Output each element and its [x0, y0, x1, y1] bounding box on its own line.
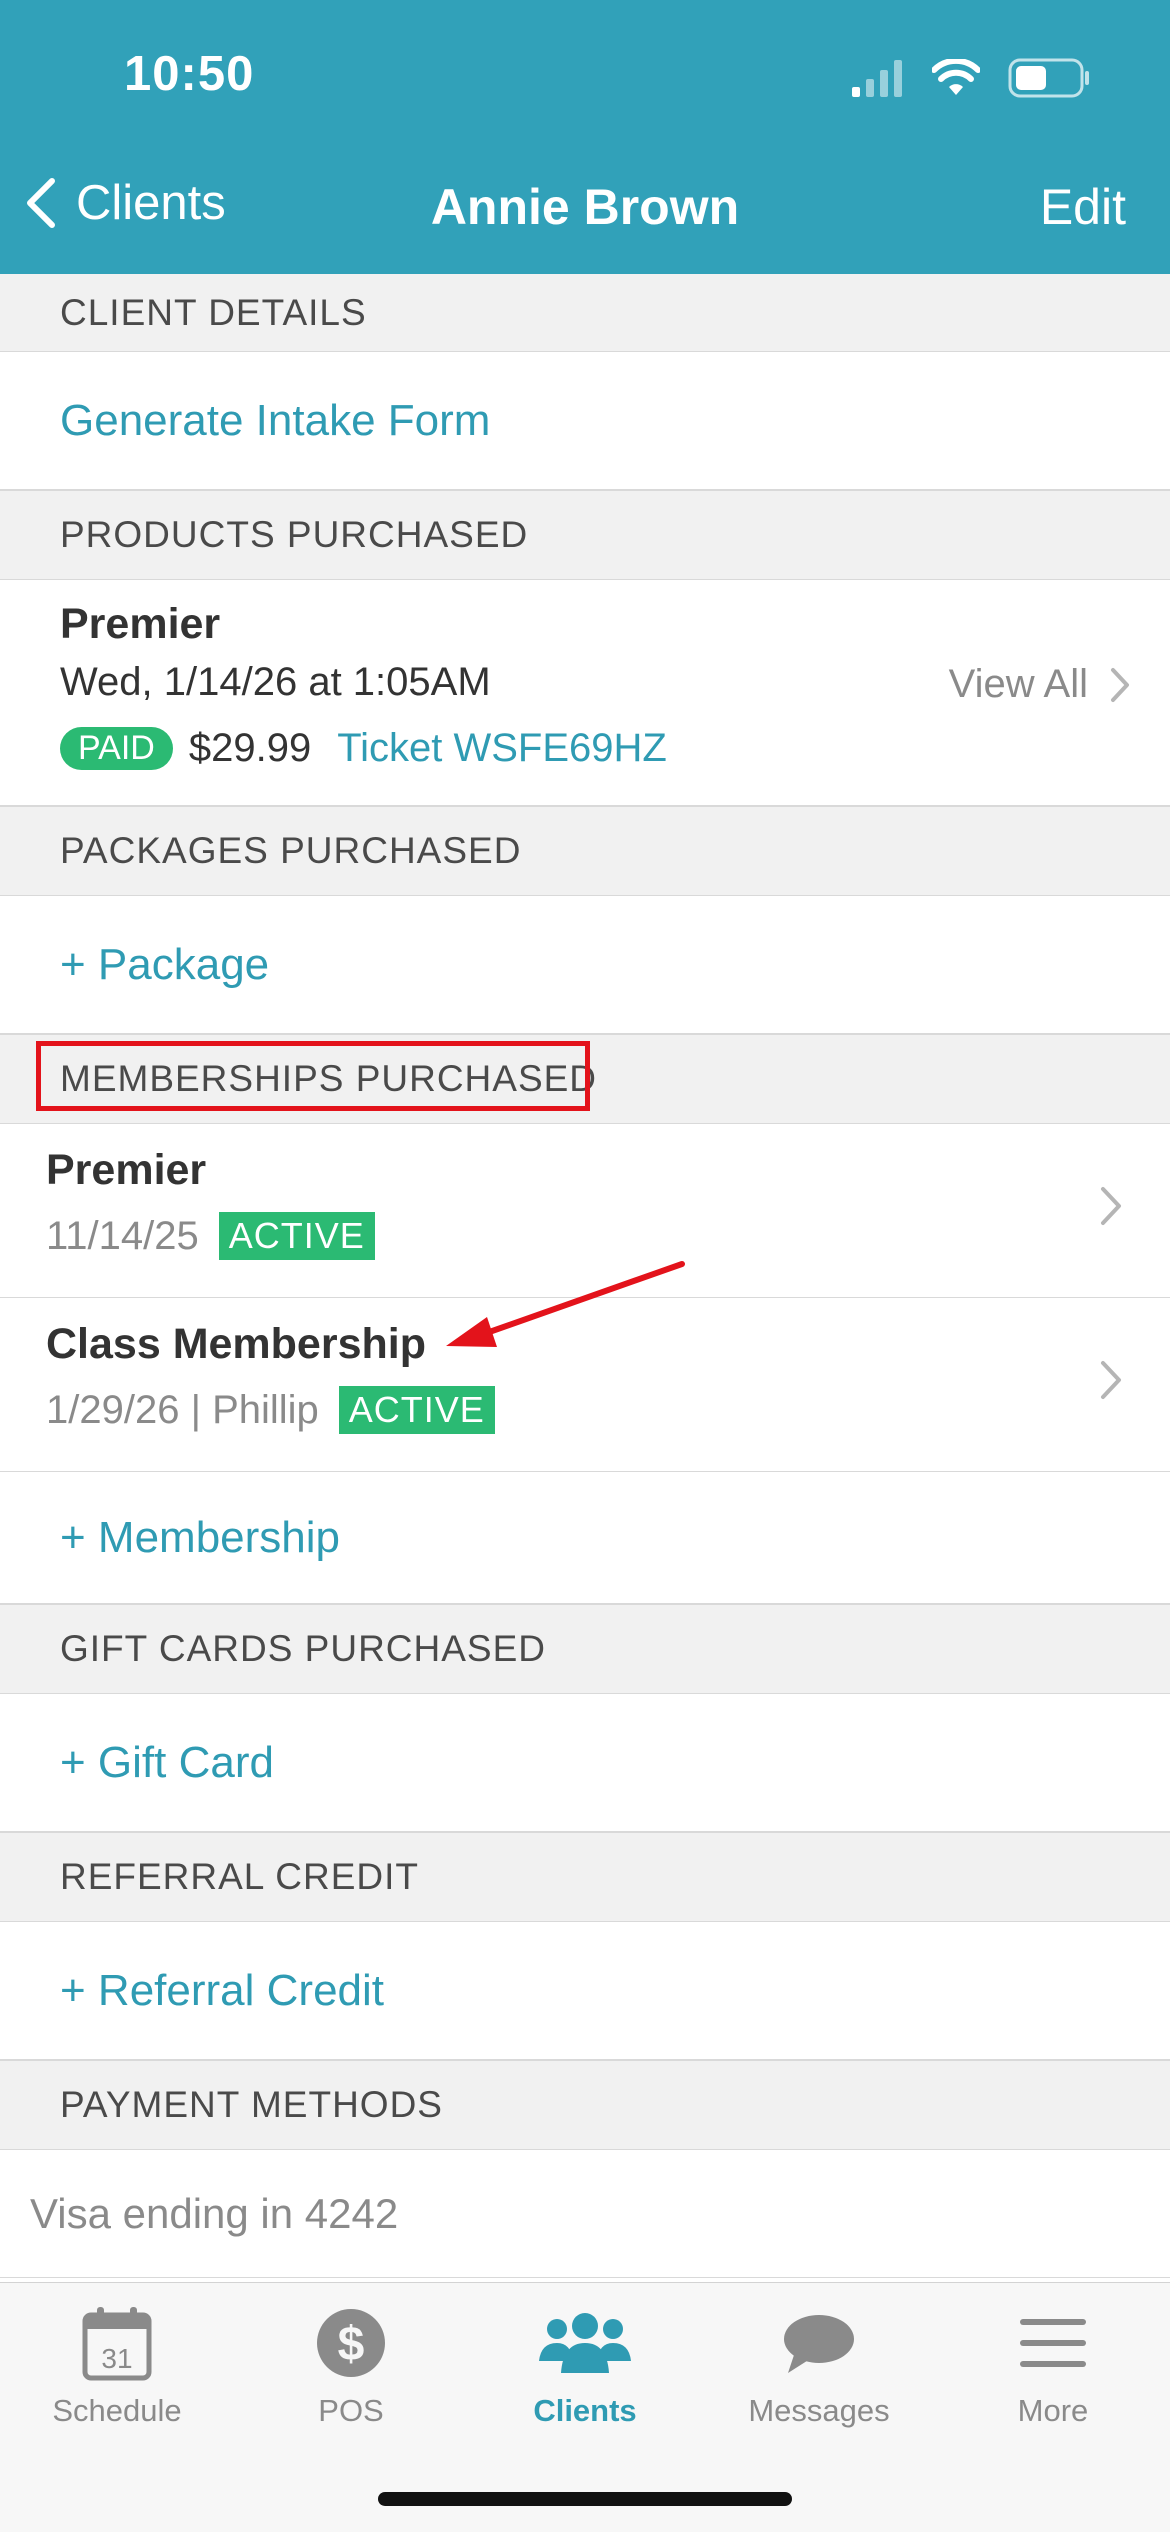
home-indicator[interactable] — [378, 2492, 792, 2506]
people-icon — [468, 2303, 702, 2383]
section-header-referral-credit: REFERRAL CREDIT — [0, 1832, 1170, 1922]
add-membership-button[interactable]: + Membership — [0, 1472, 1170, 1604]
tab-label: More — [1017, 2393, 1089, 2428]
edit-button[interactable]: Edit — [1040, 178, 1126, 236]
add-gift-card-label: + Gift Card — [60, 1737, 274, 1787]
calendar-icon: 31 — [0, 2303, 234, 2383]
membership-date-staff: 1/29/26 | Phillip — [46, 1387, 319, 1432]
tab-messages[interactable]: Messages — [702, 2303, 936, 2429]
paid-badge: PAID — [60, 727, 173, 770]
tab-pos[interactable]: $ POS — [234, 2303, 468, 2429]
membership-row-premier[interactable]: Premier 11/14/25 ACTIVE — [0, 1124, 1170, 1298]
active-badge: ACTIVE — [338, 1386, 495, 1434]
payment-method-label: Visa ending in 4242 — [30, 2189, 399, 2237]
section-header-payment-methods: PAYMENT METHODS — [0, 2060, 1170, 2150]
tab-label: Schedule — [52, 2393, 182, 2428]
add-gift-card-button[interactable]: + Gift Card — [0, 1694, 1170, 1832]
tab-label: Clients — [533, 2393, 637, 2428]
tab-label: POS — [318, 2393, 384, 2428]
add-referral-credit-label: + Referral Credit — [60, 1965, 385, 2015]
section-header-packages: PACKAGES PURCHASED — [0, 806, 1170, 896]
chevron-right-icon — [1101, 1187, 1121, 1225]
status-time: 10:50 — [124, 47, 255, 101]
wifi-icon — [932, 59, 980, 95]
membership-name: Class Membership — [46, 1320, 426, 1368]
dollar-icon: $ — [234, 2303, 468, 2383]
payment-method-row[interactable]: Visa ending in 4242 — [0, 2150, 1170, 2278]
tab-label: Messages — [748, 2393, 890, 2428]
product-purchase-row[interactable]: Premier Wed, 1/14/26 at 1:05AM PAID $29.… — [0, 580, 1170, 806]
generate-intake-form-label: Generate Intake Form — [60, 395, 491, 445]
membership-subline: 11/14/25 ACTIVE — [46, 1212, 375, 1260]
section-header-products: PRODUCTS PURCHASED — [0, 490, 1170, 580]
add-referral-credit-button[interactable]: + Referral Credit — [0, 1922, 1170, 2060]
tab-more[interactable]: More — [936, 2303, 1170, 2429]
tab-schedule[interactable]: 31 Schedule — [0, 2303, 234, 2429]
chat-bubble-icon — [702, 2303, 936, 2383]
view-all-products-button[interactable]: View All — [949, 662, 1130, 707]
hamburger-menu-icon — [936, 2303, 1170, 2383]
status-icons — [852, 56, 1090, 100]
product-price: $29.99 — [188, 726, 312, 770]
section-header-gift-cards: GIFT CARDS PURCHASED — [0, 1604, 1170, 1694]
add-membership-label: + Membership — [60, 1512, 341, 1562]
membership-subline: 1/29/26 | Phillip ACTIVE — [46, 1386, 495, 1434]
annotation-highlight-box — [36, 1041, 590, 1111]
svg-text:31: 31 — [101, 2343, 132, 2374]
cellular-signal-icon — [852, 60, 902, 97]
membership-name: Premier — [46, 1146, 207, 1194]
generate-intake-form-button[interactable]: Generate Intake Form — [0, 352, 1170, 490]
product-date: Wed, 1/14/26 at 1:05AM — [60, 660, 491, 704]
app-header: 10:50 Clients Annie Brown Edit — [0, 0, 1170, 274]
page-title: Annie Brown — [430, 179, 740, 235]
active-badge: ACTIVE — [218, 1212, 375, 1260]
chevron-right-icon — [1101, 1361, 1121, 1399]
product-payment-line: PAID $29.99 Ticket WSFE69HZ — [60, 726, 667, 771]
membership-row-class[interactable]: Class Membership 1/29/26 | Phillip ACTIV… — [0, 1298, 1170, 1472]
add-package-label: + Package — [60, 939, 270, 989]
client-detail-content: CLIENT DETAILS Generate Intake Form PROD… — [0, 274, 1170, 2278]
add-package-button[interactable]: + Package — [0, 896, 1170, 1034]
tab-clients[interactable]: Clients — [468, 2303, 702, 2429]
chevron-right-icon — [1111, 667, 1129, 702]
section-header-client-details: CLIENT DETAILS — [0, 274, 1170, 352]
view-all-label: View All — [948, 662, 1088, 706]
svg-text:$: $ — [338, 2318, 365, 2371]
battery-icon — [1008, 58, 1089, 98]
membership-date: 11/14/25 — [46, 1213, 199, 1258]
ticket-link[interactable]: Ticket WSFE69HZ — [337, 726, 667, 771]
product-name: Premier — [60, 600, 221, 648]
